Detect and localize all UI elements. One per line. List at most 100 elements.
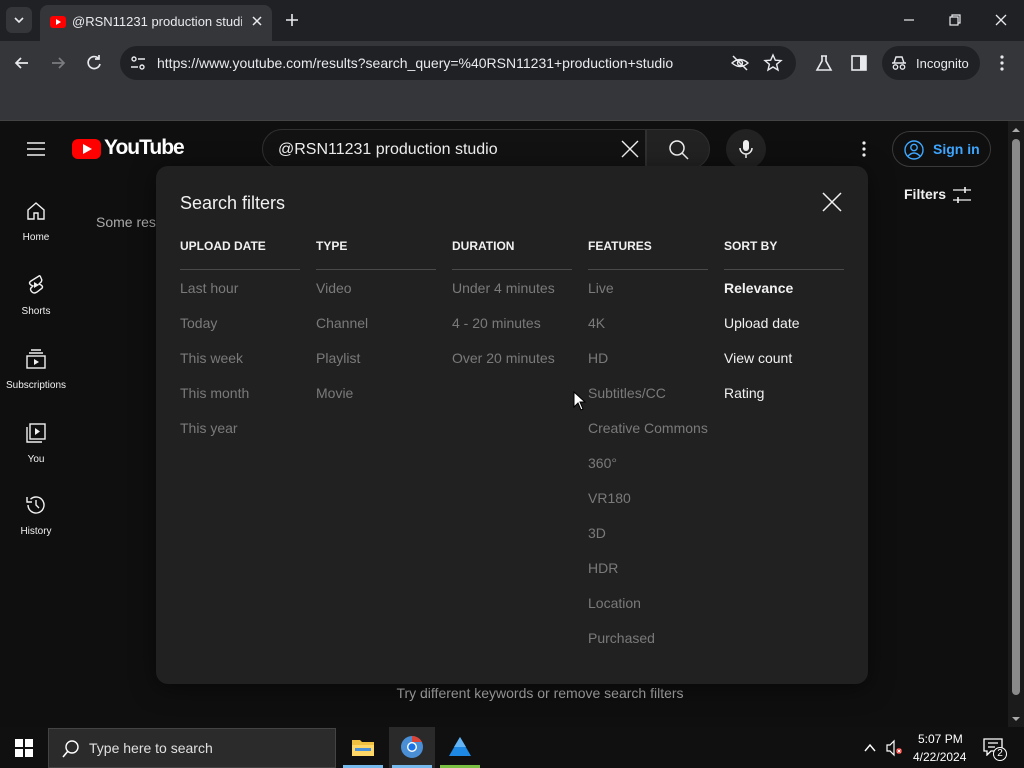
filters-button[interactable]: Filters bbox=[896, 181, 986, 209]
tracking-protection-eye-icon[interactable] bbox=[730, 53, 750, 73]
chrome-icon bbox=[401, 735, 423, 758]
scroll-up-arrow-icon bbox=[1012, 128, 1020, 132]
filter-option[interactable]: 3D bbox=[588, 515, 708, 550]
browser-tab-active[interactable]: @RSN11231 production studio bbox=[40, 5, 272, 41]
taskbar-app-triangle[interactable] bbox=[437, 727, 483, 768]
speaker-muted-icon[interactable] bbox=[885, 739, 903, 757]
settings-menu-button[interactable] bbox=[852, 137, 876, 161]
nav-item-you[interactable]: You bbox=[0, 421, 72, 495]
address-bar[interactable]: https://www.youtube.com/results?search_q… bbox=[120, 46, 796, 80]
filter-option[interactable]: 4K bbox=[588, 305, 708, 340]
filter-column-header: FEATURES bbox=[588, 236, 708, 270]
tab-close-button[interactable] bbox=[248, 12, 266, 30]
filters-label: Filters bbox=[904, 186, 947, 202]
arrow-left-icon bbox=[14, 57, 28, 69]
nav-item-home[interactable]: Home bbox=[0, 199, 72, 273]
dialog-close-button[interactable] bbox=[820, 190, 844, 214]
blue-triangle-app-icon bbox=[449, 737, 471, 756]
filter-option[interactable]: Channel bbox=[316, 305, 436, 340]
scrollbar-thumb[interactable] bbox=[1012, 139, 1020, 695]
sort-option[interactable]: Upload date bbox=[724, 305, 844, 340]
filter-option[interactable]: This month bbox=[180, 375, 300, 410]
filter-option[interactable]: Today bbox=[180, 305, 300, 340]
sort-option-selected[interactable]: Relevance bbox=[724, 270, 844, 305]
sort-option[interactable]: Rating bbox=[724, 375, 844, 410]
filter-option[interactable]: This year bbox=[180, 410, 300, 445]
chevron-up-icon[interactable] bbox=[863, 741, 877, 755]
close-window-button[interactable] bbox=[989, 8, 1013, 32]
youtube-play-logo-icon bbox=[72, 139, 101, 159]
windows-taskbar: Type here to search 5:07 PM 4/22/2024 2 bbox=[0, 727, 1024, 768]
filter-option[interactable]: VR180 bbox=[588, 480, 708, 515]
voice-search-button[interactable] bbox=[726, 129, 766, 169]
search-input[interactable]: @RSN11231 production studio bbox=[262, 129, 646, 169]
filter-option[interactable]: Creative Commons bbox=[588, 410, 708, 445]
sign-in-button[interactable]: Sign in bbox=[892, 131, 991, 167]
kebab-menu-icon bbox=[862, 141, 866, 157]
filter-column-features: FEATURES Live 4K HD Subtitles/CC Creativ… bbox=[588, 236, 708, 655]
no-results-hint: Try different keywords or remove search … bbox=[396, 685, 684, 701]
nav-item-subscriptions[interactable]: Subscriptions bbox=[0, 347, 72, 421]
nav-item-label: History bbox=[20, 526, 52, 537]
bookmark-star-icon[interactable] bbox=[763, 53, 783, 73]
clock-date[interactable]: 4/22/2024 bbox=[913, 750, 966, 764]
side-panel-button[interactable] bbox=[847, 51, 871, 75]
taskbar-search-box[interactable]: Type here to search bbox=[48, 728, 336, 768]
taskbar-file-explorer[interactable] bbox=[340, 727, 386, 768]
forward-button[interactable] bbox=[46, 51, 70, 75]
filter-option[interactable]: HD bbox=[588, 340, 708, 375]
address-url: https://www.youtube.com/results?search_q… bbox=[157, 55, 674, 71]
search-button[interactable] bbox=[646, 129, 710, 169]
youtube-logo-text: YouTube bbox=[104, 136, 185, 159]
labs-flask-button[interactable] bbox=[812, 51, 836, 75]
tab-title: @RSN11231 production studio bbox=[72, 14, 242, 29]
shorts-icon bbox=[28, 275, 44, 294]
filter-option[interactable]: Subtitles/CC bbox=[588, 375, 708, 410]
filter-option[interactable]: Purchased bbox=[588, 620, 708, 655]
nav-item-label: You bbox=[27, 454, 45, 465]
filter-sliders-icon bbox=[953, 187, 971, 203]
filter-column-upload-date: UPLOAD DATE Last hour Today This week Th… bbox=[180, 236, 300, 445]
new-tab-button[interactable] bbox=[280, 8, 304, 32]
close-icon bbox=[822, 192, 842, 212]
minimize-icon bbox=[904, 19, 914, 21]
filter-option[interactable]: HDR bbox=[588, 550, 708, 585]
back-button[interactable] bbox=[10, 51, 34, 75]
close-icon bbox=[995, 14, 1007, 26]
restore-window-button[interactable] bbox=[943, 8, 967, 32]
clock-time[interactable]: 5:07 PM bbox=[918, 732, 963, 746]
youtube-logo[interactable]: YouTube bbox=[72, 136, 185, 162]
close-icon bbox=[621, 140, 639, 158]
filter-option[interactable]: Last hour bbox=[180, 270, 300, 305]
filter-option[interactable]: 4 - 20 minutes bbox=[452, 305, 572, 340]
browser-menu-button[interactable] bbox=[990, 51, 1014, 75]
hamburger-menu-icon bbox=[27, 142, 45, 156]
search-icon bbox=[62, 740, 79, 758]
tab-search-button[interactable] bbox=[6, 7, 32, 33]
clear-search-button[interactable] bbox=[619, 138, 641, 160]
nav-item-history[interactable]: History bbox=[0, 493, 72, 567]
scroll-down-arrow-icon bbox=[1012, 717, 1020, 721]
sort-option[interactable]: View count bbox=[724, 340, 844, 375]
filter-option[interactable]: Location bbox=[588, 585, 708, 620]
filter-option[interactable]: Playlist bbox=[316, 340, 436, 375]
page-scrollbar[interactable] bbox=[1008, 121, 1024, 727]
taskbar-chrome[interactable] bbox=[389, 727, 435, 768]
filter-option[interactable]: Under 4 minutes bbox=[452, 270, 572, 305]
nav-item-shorts[interactable]: Shorts bbox=[0, 273, 72, 347]
plus-icon bbox=[286, 14, 298, 26]
guide-menu-button[interactable] bbox=[24, 137, 48, 161]
start-button[interactable] bbox=[0, 727, 48, 768]
reload-button[interactable] bbox=[82, 51, 106, 75]
site-info-icon[interactable] bbox=[128, 53, 148, 73]
taskbar-search-placeholder: Type here to search bbox=[89, 740, 213, 756]
filter-option[interactable]: This week bbox=[180, 340, 300, 375]
filter-option[interactable]: 360° bbox=[588, 445, 708, 480]
filter-option[interactable]: Movie bbox=[316, 375, 436, 410]
filter-option[interactable]: Live bbox=[588, 270, 708, 305]
filter-option[interactable]: Video bbox=[316, 270, 436, 305]
filter-option[interactable]: Over 20 minutes bbox=[452, 340, 572, 375]
incognito-indicator[interactable]: Incognito bbox=[882, 46, 980, 80]
minimize-window-button[interactable] bbox=[897, 8, 921, 32]
filter-column-duration: DURATION Under 4 minutes 4 - 20 minutes … bbox=[452, 236, 572, 375]
